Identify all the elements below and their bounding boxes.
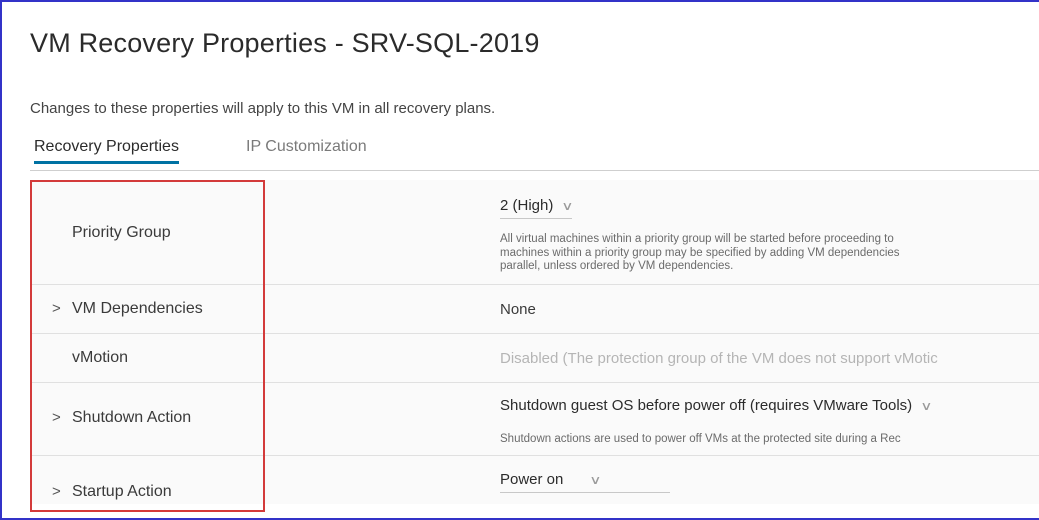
property-row-vm-dependencies[interactable]: > VM Dependencies None [30, 285, 1039, 334]
shutdown-action-help: Shutdown actions are used to power off V… [500, 433, 901, 445]
page-subtitle: Changes to these properties will apply t… [30, 100, 496, 117]
tab-recovery-properties[interactable]: Recovery Properties [34, 138, 179, 164]
property-label-vmotion: vMotion [72, 349, 129, 366]
property-row-shutdown-action[interactable]: > Shutdown Action Shutdown guest OS befor… [30, 383, 1039, 456]
property-label-shutdown-action: > Shutdown Action [52, 409, 191, 427]
priority-group-select[interactable]: 2 (High) ∨ [500, 197, 574, 219]
chevron-down-icon: ∨ [920, 399, 933, 413]
tab-divider [30, 170, 1039, 171]
startup-action-select[interactable]: Power on ∨ [500, 471, 670, 493]
help-line: All virtual machines within a priority g… [500, 233, 894, 245]
chevron-down-icon: ∨ [589, 473, 602, 487]
startup-action-value: Power on [500, 471, 564, 488]
shutdown-action-value: Shutdown guest OS before power off (requ… [500, 397, 913, 414]
page-title: VM Recovery Properties - SRV-SQL-2019 [30, 28, 540, 58]
chevron-down-icon: ∨ [561, 199, 574, 213]
label-text: Startup Action [72, 483, 172, 500]
help-line: machines within a priority group may be … [500, 246, 900, 259]
label-text: VM Dependencies [72, 300, 203, 317]
property-row-priority-group: Priority Group 2 (High) ∨ All virtual mac… [30, 180, 1039, 285]
property-label-startup-action: > Startup Action [52, 483, 172, 501]
chevron-right-icon[interactable]: > [52, 409, 72, 426]
chevron-right-icon[interactable]: > [52, 483, 72, 500]
vmotion-value: Disabled (The protection group of the VM… [500, 350, 938, 367]
property-label-priority-group: Priority Group [72, 224, 171, 241]
label-text: Shutdown Action [72, 409, 192, 426]
dialog-window: VM Recovery Properties - SRV-SQL-2019 Ch… [0, 0, 1039, 520]
chevron-right-icon[interactable]: > [52, 300, 72, 317]
property-row-startup-action[interactable]: > Startup Action Power on ∨ [30, 456, 1039, 504]
tab-ip-customization[interactable]: IP Customization [246, 138, 367, 164]
priority-group-help: All virtual machines within a priority g… [500, 233, 1039, 274]
property-label-vm-dependencies: > VM Dependencies [52, 300, 203, 318]
properties-table: Priority Group 2 (High) ∨ All virtual mac… [30, 180, 1039, 504]
help-line: parallel, unless ordered by VM dependenc… [500, 260, 734, 272]
vm-dependencies-value: None [500, 301, 536, 318]
property-row-vmotion: vMotion Disabled (The protection group o… [30, 334, 1039, 383]
shutdown-action-select[interactable]: Shutdown guest OS before power off (requ… [500, 397, 933, 418]
priority-group-value: 2 (High) [500, 197, 554, 214]
